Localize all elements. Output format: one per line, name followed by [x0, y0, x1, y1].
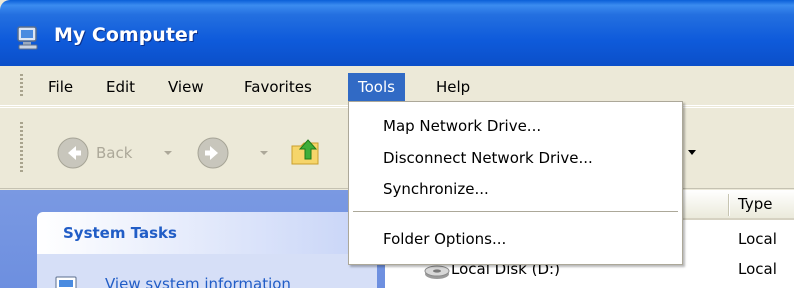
- menu-help[interactable]: Help: [426, 73, 480, 101]
- menu-item-disconnect-network-drive[interactable]: Disconnect Network Drive...: [383, 147, 593, 169]
- menubar-grip-handle[interactable]: [20, 74, 23, 98]
- column-header-type[interactable]: Type: [738, 195, 772, 213]
- menu-edit[interactable]: Edit: [96, 73, 145, 101]
- window-title: My Computer: [54, 24, 198, 46]
- task-pane: System Tasks View system information: [0, 190, 385, 288]
- menu-item-synchronize[interactable]: Synchronize...: [383, 178, 489, 200]
- menu-file[interactable]: File: [38, 73, 83, 101]
- forward-arrow-icon[interactable]: [196, 136, 230, 170]
- local-disk-icon: [424, 265, 450, 279]
- system-info-icon[interactable]: [55, 276, 77, 288]
- tools-dropdown-menu: Map Network Drive... Disconnect Network …: [348, 101, 683, 265]
- explorer-window: My Computer File Edit View Favorites Too…: [0, 0, 794, 288]
- menu-favorites[interactable]: Favorites: [234, 73, 322, 101]
- column-divider[interactable]: [728, 194, 730, 216]
- system-tasks-title[interactable]: System Tasks: [63, 224, 177, 242]
- menu-item-folder-options[interactable]: Folder Options...: [383, 228, 506, 250]
- back-button-label[interactable]: Back: [96, 144, 132, 162]
- title-bar[interactable]: My Computer: [0, 0, 794, 66]
- back-arrow-icon[interactable]: [56, 136, 90, 170]
- system-tasks-header[interactable]: System Tasks: [37, 212, 377, 254]
- system-tasks-body: View system information: [37, 254, 377, 288]
- toolbar-grip-handle[interactable]: [20, 122, 23, 174]
- menu-tools[interactable]: Tools: [348, 73, 405, 101]
- views-dropdown-arrow-icon[interactable]: [688, 150, 696, 155]
- menu-view[interactable]: View: [158, 73, 214, 101]
- menu-bar: File Edit View Favorites Tools Help: [0, 66, 794, 106]
- file-type: Local: [738, 260, 777, 278]
- menu-separator: [353, 211, 678, 212]
- menu-item-map-network-drive[interactable]: Map Network Drive...: [383, 115, 541, 137]
- up-folder-icon[interactable]: [288, 134, 324, 170]
- my-computer-icon: [17, 26, 38, 50]
- back-dropdown-arrow-icon[interactable]: [164, 151, 172, 155]
- view-system-information-link[interactable]: View system information: [105, 275, 291, 288]
- forward-dropdown-arrow-icon[interactable]: [260, 151, 268, 155]
- file-type: Local: [738, 230, 777, 248]
